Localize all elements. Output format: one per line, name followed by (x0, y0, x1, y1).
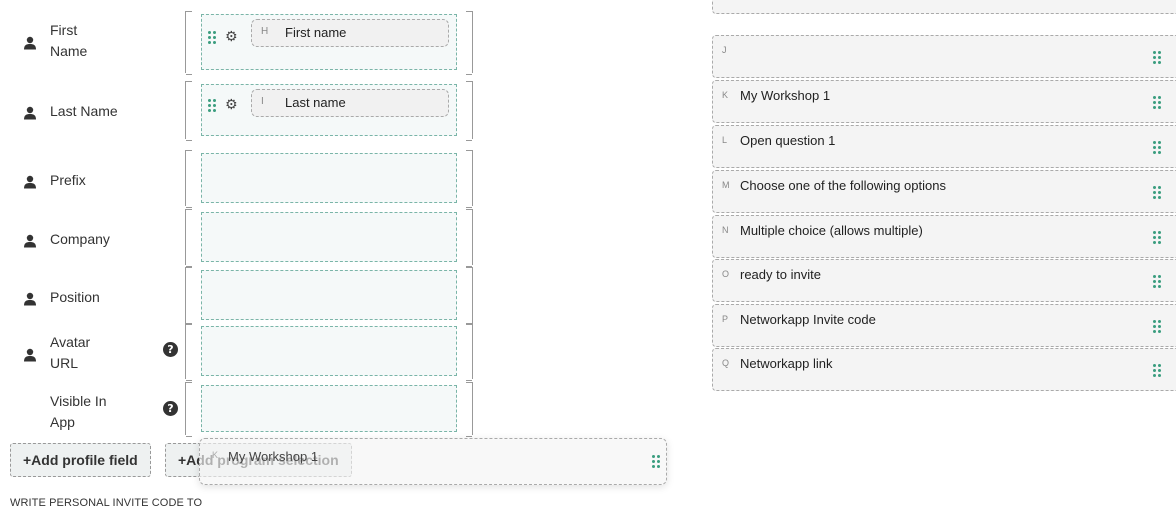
field-label: Position (50, 287, 100, 308)
help-icon[interactable]: ? (163, 342, 178, 357)
question-letter: J (722, 45, 727, 55)
drag-handle-icon[interactable] (208, 31, 216, 45)
person-icon (23, 348, 37, 362)
field-dropzone[interactable] (201, 212, 457, 262)
drag-handle-icon[interactable] (1153, 96, 1161, 110)
token-letter: H (261, 26, 269, 37)
field-label-line: Visible In (50, 393, 107, 409)
person-icon (23, 175, 37, 189)
question-letter: N (722, 225, 729, 235)
ghost-text: My Workshop 1 (228, 449, 319, 464)
field-label-line: Position (50, 289, 100, 305)
question-item[interactable]: M Choose one of the following options (712, 170, 1176, 213)
field-dropzone[interactable] (201, 270, 457, 320)
question-token: I Last name (251, 89, 449, 117)
mapped-question[interactable]: ⚙ I Last name (202, 85, 456, 135)
token-text: First name (285, 25, 347, 40)
field-label: Last Name (50, 101, 118, 122)
person-icon (23, 106, 37, 120)
question-letter: P (722, 314, 729, 324)
drag-handle-icon[interactable] (1153, 275, 1161, 289)
field-dropzone[interactable]: ⚙ I Last name (201, 84, 457, 136)
field-dropzone[interactable] (201, 326, 457, 376)
token-letter: I (261, 96, 264, 107)
drag-handle-icon[interactable] (652, 455, 660, 469)
person-icon (23, 234, 37, 248)
drag-handle-icon[interactable] (1153, 364, 1161, 378)
question-text: Networkapp Invite code (740, 312, 876, 327)
help-icon[interactable]: ? (163, 401, 178, 416)
field-label: Prefix (50, 170, 86, 191)
question-letter: Q (722, 358, 730, 368)
question-item[interactable]: L Open question 1 (712, 125, 1176, 168)
question-text: My Workshop 1 (740, 88, 831, 103)
field-dropzone[interactable] (201, 385, 457, 432)
section-title: WRITE PERSONAL INVITE CODE TO (10, 497, 203, 509)
question-letter: M (722, 180, 730, 190)
field-label-line: First (50, 22, 78, 38)
field-label-line: Name (50, 43, 88, 59)
add-profile-field-button[interactable]: +Add profile field (10, 443, 151, 477)
drag-handle-icon[interactable] (1153, 231, 1161, 245)
person-icon (23, 292, 37, 306)
question-letter: O (722, 269, 730, 279)
question-item[interactable]: O ready to invite (712, 259, 1176, 302)
ghost-letter: K (212, 450, 219, 460)
field-label: Company (50, 229, 110, 250)
field-label-line: Last Name (50, 103, 118, 119)
field-label-line: Company (50, 231, 110, 247)
question-token: H First name (251, 19, 449, 47)
question-text: Networkapp link (740, 356, 833, 371)
question-item[interactable]: J (712, 35, 1176, 78)
question-item[interactable] (712, 0, 1176, 14)
question-text: ready to invite (740, 267, 821, 282)
drag-handle-icon[interactable] (208, 99, 216, 113)
question-letter: K (722, 90, 729, 100)
question-item[interactable]: Q Networkapp link (712, 348, 1176, 391)
gear-icon[interactable]: ⚙ (225, 30, 238, 44)
drag-handle-icon[interactable] (1153, 0, 1161, 1)
field-dropzone[interactable]: ⚙ H First name (201, 14, 457, 70)
field-label-line: App (50, 414, 75, 430)
field-label-line: URL (50, 355, 79, 371)
field-label-line: Avatar (50, 334, 91, 350)
question-text: Choose one of the following options (740, 178, 946, 193)
question-item[interactable]: N Multiple choice (allows multiple) (712, 215, 1176, 258)
field-label-line: Prefix (50, 172, 86, 188)
field-label: First Name (50, 20, 87, 62)
question-letter: L (722, 135, 728, 145)
drag-handle-icon[interactable] (1153, 141, 1161, 155)
field-dropzone[interactable] (201, 153, 457, 203)
drag-handle-icon[interactable] (1153, 320, 1161, 334)
gear-icon[interactable]: ⚙ (225, 98, 238, 112)
dragging-question-ghost[interactable]: K My Workshop 1 (199, 438, 667, 485)
token-text: Last name (285, 95, 346, 110)
drag-handle-icon[interactable] (1153, 186, 1161, 200)
person-icon (23, 36, 37, 50)
field-label: Avatar URL (50, 332, 90, 374)
question-text: Open question 1 (740, 133, 836, 148)
field-label: Visible In App (50, 391, 107, 433)
question-item[interactable]: K My Workshop 1 (712, 80, 1176, 123)
question-text: Multiple choice (allows multiple) (740, 223, 923, 238)
question-item[interactable]: P Networkapp Invite code (712, 304, 1176, 347)
mapped-question[interactable]: ⚙ H First name (202, 15, 456, 69)
drag-handle-icon[interactable] (1153, 51, 1161, 65)
